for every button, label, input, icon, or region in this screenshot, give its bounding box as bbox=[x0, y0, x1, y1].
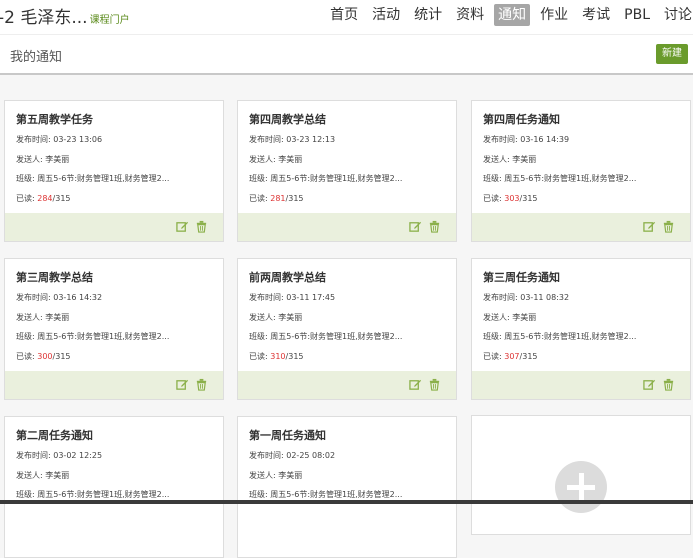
sender: 发送人: 李美丽 bbox=[16, 471, 70, 480]
card-actions bbox=[238, 371, 456, 399]
card-actions bbox=[472, 213, 690, 241]
card-actions bbox=[472, 371, 690, 399]
read-count: 307 bbox=[504, 352, 520, 361]
nav-exam[interactable]: 考试 bbox=[578, 4, 614, 26]
delete-icon[interactable] bbox=[428, 378, 441, 391]
notice-card[interactable]: 第五周教学任务发布时间: 03-23 13:06 发送人: 李美丽班级: 周五5-… bbox=[4, 100, 224, 242]
notice-card[interactable]: 第三周教学总结发布时间: 03-16 14:32 发送人: 李美丽班级: 周五5-… bbox=[4, 258, 224, 400]
edit-icon[interactable] bbox=[643, 220, 656, 233]
read-count: 303 bbox=[504, 194, 520, 203]
sender: 发送人: 李美丽 bbox=[16, 155, 70, 164]
publish-time: 发布时间: 03-23 12:13 bbox=[249, 135, 336, 144]
read-status: 已读: 310/315 bbox=[249, 352, 304, 361]
course-title[interactable]: -2 毛泽东... 课程门户 bbox=[0, 3, 130, 28]
class-list: 班级: 周五5-6节:财务管理1班,财务管理2... bbox=[249, 490, 403, 499]
delete-icon[interactable] bbox=[428, 220, 441, 233]
notice-title[interactable]: 第一周任务通知 bbox=[249, 427, 326, 443]
notice-card[interactable]: 第二周任务通知发布时间: 03-02 12:25 发送人: 李美丽班级: 周五5-… bbox=[4, 416, 224, 558]
sender: 发送人: 李美丽 bbox=[483, 155, 537, 164]
publish-time: 发布时间: 03-11 08:32 bbox=[483, 293, 570, 302]
publish-time: 发布时间: 03-23 13:06 bbox=[16, 135, 103, 144]
edit-icon[interactable] bbox=[409, 378, 422, 391]
publish-time: 发布时间: 03-02 12:25 bbox=[16, 451, 103, 460]
class-list: 班级: 周五5-6节:财务管理1班,财务管理2... bbox=[16, 174, 170, 183]
read-status: 已读: 281/315 bbox=[249, 194, 304, 203]
publish-time: 发布时间: 02-25 08:02 bbox=[249, 451, 336, 460]
page-header: 我的通知 新建 bbox=[0, 35, 693, 75]
notice-card[interactable]: 第一周任务通知发布时间: 02-25 08:02 发送人: 李美丽班级: 周五5-… bbox=[237, 416, 457, 558]
sender: 发送人: 李美丽 bbox=[249, 313, 303, 322]
publish-time: 发布时间: 03-11 17:45 bbox=[249, 293, 336, 302]
read-count: 281 bbox=[270, 194, 286, 203]
class-list: 班级: 周五5-6节:财务管理1班,财务管理2... bbox=[16, 332, 170, 341]
card-actions bbox=[238, 213, 456, 241]
class-list: 班级: 周五5-6节:财务管理1班,财务管理2... bbox=[16, 490, 170, 499]
read-status: 已读: 307/315 bbox=[483, 352, 538, 361]
notice-title[interactable]: 第三周教学总结 bbox=[16, 269, 93, 285]
class-list: 班级: 周五5-6节:财务管理1班,财务管理2... bbox=[483, 332, 637, 341]
delete-icon[interactable] bbox=[195, 378, 208, 391]
notice-title[interactable]: 前两周教学总结 bbox=[249, 269, 326, 285]
nav-home[interactable]: 首页 bbox=[326, 4, 362, 26]
sender: 发送人: 李美丽 bbox=[16, 313, 70, 322]
read-status: 已读: 303/315 bbox=[483, 194, 538, 203]
nav-statistics[interactable]: 统计 bbox=[410, 4, 446, 26]
delete-icon[interactable] bbox=[195, 220, 208, 233]
delete-icon[interactable] bbox=[662, 378, 675, 391]
add-notice-card[interactable] bbox=[471, 415, 691, 535]
read-status: 已读: 300/315 bbox=[16, 352, 71, 361]
main-nav: 首页 活动 统计 资料 通知 作业 考试 PBL 讨论 bbox=[320, 4, 693, 26]
course-portal-link[interactable]: 课程门户 bbox=[90, 15, 130, 26]
nav-activity[interactable]: 活动 bbox=[368, 4, 404, 26]
publish-time: 发布时间: 03-16 14:32 bbox=[16, 293, 103, 302]
read-status: 已读: 284/315 bbox=[16, 194, 71, 203]
notice-card[interactable]: 第四周任务通知发布时间: 03-16 14:39 发送人: 李美丽班级: 周五5-… bbox=[471, 100, 691, 242]
class-list: 班级: 周五5-6节:财务管理1班,财务管理2... bbox=[249, 174, 403, 183]
notice-title[interactable]: 第三周任务通知 bbox=[483, 269, 560, 285]
class-list: 班级: 周五5-6节:财务管理1班,财务管理2... bbox=[249, 332, 403, 341]
sender: 发送人: 李美丽 bbox=[483, 313, 537, 322]
nav-discussion[interactable]: 讨论 bbox=[660, 4, 693, 26]
nav-homework[interactable]: 作业 bbox=[536, 4, 572, 26]
read-count: 284 bbox=[37, 194, 53, 203]
nav-materials[interactable]: 资料 bbox=[452, 4, 488, 26]
course-name: -2 毛泽东... bbox=[0, 8, 88, 28]
notice-card[interactable]: 第三周任务通知发布时间: 03-11 08:32 发送人: 李美丽班级: 周五5-… bbox=[471, 258, 691, 400]
nav-notices[interactable]: 通知 bbox=[494, 4, 531, 26]
card-actions bbox=[5, 371, 223, 399]
edit-icon[interactable] bbox=[176, 220, 189, 233]
notice-title[interactable]: 第二周任务通知 bbox=[16, 427, 93, 443]
card-actions bbox=[5, 213, 223, 241]
edit-icon[interactable] bbox=[643, 378, 656, 391]
publish-time: 发布时间: 03-16 14:39 bbox=[483, 135, 570, 144]
edit-icon[interactable] bbox=[409, 220, 422, 233]
window-bottom-edge bbox=[0, 500, 693, 504]
plus-icon bbox=[555, 461, 607, 513]
sender: 发送人: 李美丽 bbox=[249, 471, 303, 480]
class-list: 班级: 周五5-6节:财务管理1班,财务管理2... bbox=[483, 174, 637, 183]
notice-card[interactable]: 第四周教学总结发布时间: 03-23 12:13 发送人: 李美丽班级: 周五5-… bbox=[237, 100, 457, 242]
page-title: 我的通知 bbox=[10, 50, 63, 65]
notice-title[interactable]: 第四周任务通知 bbox=[483, 111, 560, 127]
delete-icon[interactable] bbox=[662, 220, 675, 233]
notice-title[interactable]: 第五周教学任务 bbox=[16, 111, 93, 127]
notice-card[interactable]: 前两周教学总结发布时间: 03-11 17:45 发送人: 李美丽班级: 周五5-… bbox=[237, 258, 457, 400]
new-notice-button[interactable]: 新建 bbox=[656, 44, 688, 64]
nav-pbl[interactable]: PBL bbox=[620, 4, 654, 26]
read-count: 310 bbox=[270, 352, 286, 361]
read-count: 300 bbox=[37, 352, 53, 361]
sender: 发送人: 李美丽 bbox=[249, 155, 303, 164]
notice-title[interactable]: 第四周教学总结 bbox=[249, 111, 326, 127]
edit-icon[interactable] bbox=[176, 378, 189, 391]
top-bar: -2 毛泽东... 课程门户 首页 活动 统计 资料 通知 作业 考试 PBL 讨… bbox=[0, 0, 693, 35]
